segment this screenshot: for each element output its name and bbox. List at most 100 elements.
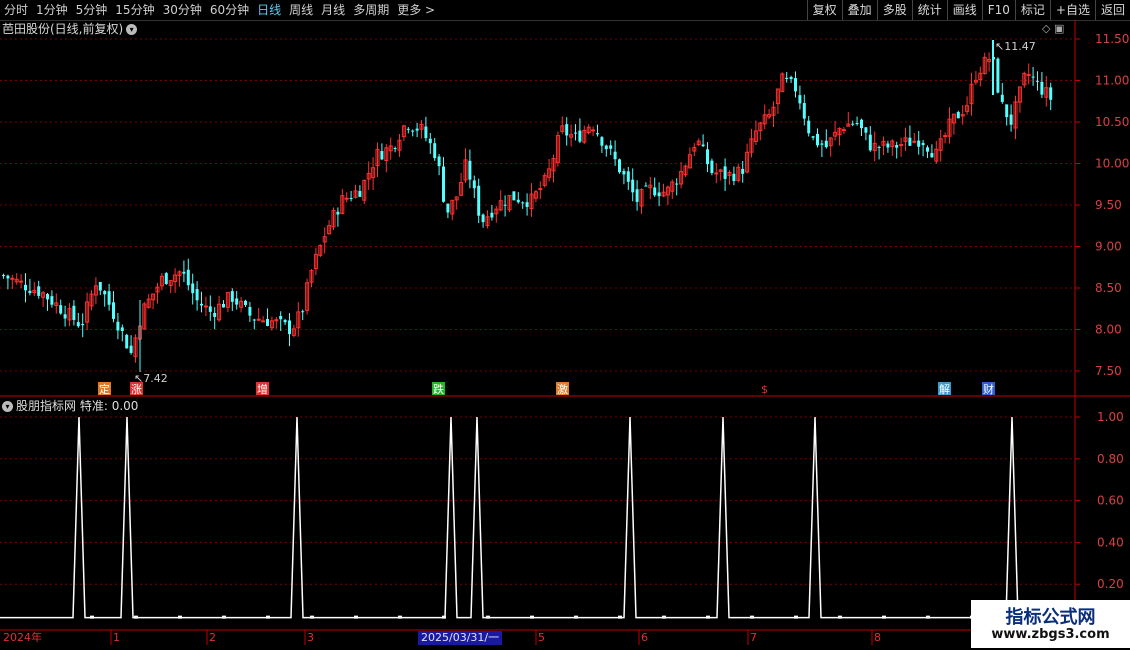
candle-down — [428, 138, 432, 144]
candle-down — [1000, 94, 1004, 102]
candle-down — [930, 152, 934, 158]
indicator-dot — [266, 615, 270, 619]
candle-down — [406, 128, 410, 130]
candle-down — [129, 345, 133, 353]
candle-down — [279, 316, 283, 320]
candle-down — [46, 294, 49, 300]
candle-up — [943, 135, 948, 138]
candle-down — [613, 151, 617, 160]
candle-down — [477, 185, 481, 216]
candle-down — [72, 305, 76, 320]
candle-down — [244, 300, 247, 305]
candle-down — [956, 112, 960, 119]
candle-down — [1049, 87, 1053, 100]
candle-down — [248, 307, 252, 316]
indicator-dot — [222, 615, 226, 619]
candle-down — [112, 302, 115, 319]
candle-up — [261, 320, 266, 323]
candle-down — [252, 319, 256, 321]
candle-down — [794, 78, 797, 92]
indicator-dot — [90, 615, 94, 619]
candle-down — [675, 183, 679, 185]
candle-down — [1031, 76, 1035, 78]
event-label: 涨 — [131, 383, 142, 396]
candle-down — [125, 334, 129, 349]
indicator-dot — [310, 615, 314, 619]
candle-down — [877, 146, 881, 148]
indicator-dot — [574, 615, 578, 619]
indicator-title-bar: ▾ 股朋指标网 特准: 0.00 — [2, 398, 138, 414]
candle-down — [76, 322, 80, 327]
candle-up — [538, 188, 543, 191]
candle-up — [10, 277, 15, 280]
candle-down — [349, 197, 353, 199]
candle-down — [424, 126, 428, 139]
candle-down — [701, 144, 705, 147]
kline-chart[interactable]: 11.5011.0010.5010.009.509.008.508.007.50… — [0, 0, 1130, 650]
indicator-dot — [882, 615, 886, 619]
candle-down — [288, 320, 291, 335]
price-tick-label: 9.50 — [1095, 198, 1122, 212]
indicator-tick-label: 0.40 — [1097, 535, 1124, 549]
candle-down — [631, 179, 635, 193]
candle-down — [868, 134, 872, 151]
candle-down — [186, 269, 190, 286]
candle-down — [208, 306, 212, 312]
candle-down — [120, 327, 124, 332]
candle-down — [301, 311, 305, 313]
high-price-marker: ↖11.47 — [995, 40, 1036, 53]
candle-down — [657, 192, 661, 197]
candle-down — [706, 149, 709, 165]
indicator-dot — [926, 615, 930, 619]
indicator-dot — [706, 615, 710, 619]
candle-down — [789, 76, 793, 80]
candle-down — [574, 132, 577, 134]
candle-down — [860, 119, 863, 129]
candle-down — [2, 275, 5, 277]
watermark-title: 指标公式网 — [1005, 607, 1096, 628]
candle-down — [380, 151, 384, 160]
candle-down — [336, 211, 340, 215]
event-label: 财 — [983, 382, 994, 396]
indicator-dot — [662, 615, 666, 619]
indicator-dot — [398, 615, 402, 619]
candle-down — [926, 147, 929, 152]
date-label-0: 2024年 — [3, 631, 42, 644]
price-tick-label: 10.00 — [1095, 157, 1129, 171]
selected-date: 2025/03/31/一 — [418, 631, 503, 645]
candle-down — [266, 318, 269, 326]
date-label-6: 7 — [750, 631, 757, 644]
candle-down — [468, 160, 472, 180]
indicator-name: 股朋指标网 — [16, 399, 77, 413]
candle-down — [798, 95, 802, 104]
candle-down — [741, 168, 745, 174]
indicator-tick-label: 0.80 — [1097, 452, 1124, 466]
indicator-dot — [486, 615, 490, 619]
candle-down — [578, 130, 582, 142]
candle-up — [841, 129, 846, 132]
candle-down — [481, 214, 485, 223]
price-tick-label: 8.50 — [1095, 281, 1122, 295]
indicator-tick-label: 0.60 — [1097, 494, 1124, 508]
candle-down — [103, 291, 107, 295]
price-tick-label: 7.50 — [1095, 364, 1122, 378]
event-label: 增 — [257, 382, 268, 396]
candle-down — [1009, 114, 1013, 125]
price-tick-label: 10.50 — [1095, 115, 1129, 129]
date-label-3: 3 — [307, 631, 314, 644]
candle-down — [723, 166, 727, 179]
candle-down — [437, 156, 441, 167]
candle-down — [644, 185, 648, 187]
price-tick-label: 9.00 — [1095, 240, 1122, 254]
candle-down — [855, 122, 859, 124]
candle-down — [908, 137, 912, 146]
price-tick-label: 8.00 — [1095, 323, 1122, 337]
watermark: 指标公式网 www.zbgs3.com — [971, 600, 1130, 648]
candle-down — [182, 271, 186, 274]
candle-down — [512, 191, 516, 201]
candle-down — [63, 314, 67, 319]
chevron-down-icon[interactable]: ▾ — [2, 401, 13, 412]
candle-down — [195, 289, 199, 301]
event-label: $ — [761, 383, 768, 396]
date-label-1: 1 — [113, 631, 120, 644]
